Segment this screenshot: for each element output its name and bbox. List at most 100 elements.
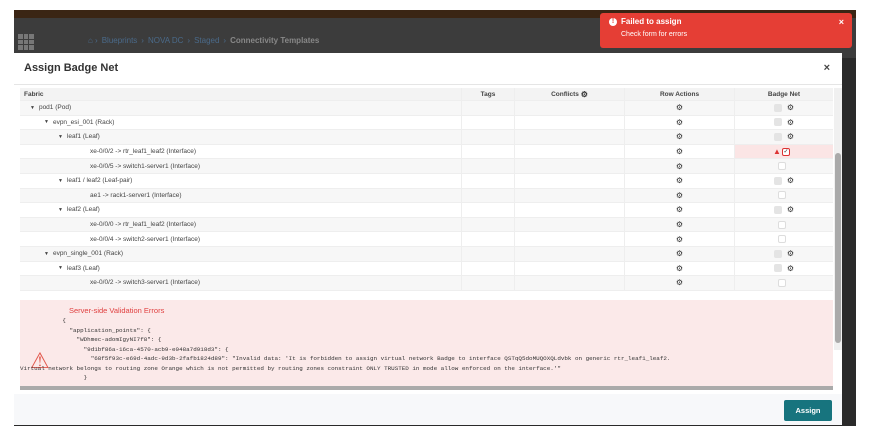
table-row: ▼ leaf2 (Leaf) ⚙ ⚙ <box>20 203 833 218</box>
caret-down-icon[interactable]: ▼ <box>58 265 63 271</box>
tags-cell <box>462 173 515 188</box>
breadcrumb-nova-dc[interactable]: NOVA DC <box>148 36 183 45</box>
table-row: xe-0/0/0 -> rtr_leaf1_leaf2 (Interface) … <box>20 217 833 233</box>
col-conflicts[interactable]: Conflicts ⚙ <box>515 88 625 100</box>
node-label: xe-0/0/2 -> switch3-server1 (Interface) <box>90 279 200 287</box>
gear-icon[interactable]: ⚙ <box>676 176 683 185</box>
gear-icon[interactable]: ⚙ <box>676 103 683 112</box>
gear-icon[interactable]: ⚙ <box>676 264 683 273</box>
gear-icon[interactable]: ⚙ <box>676 191 683 200</box>
conflicts-cell <box>515 144 625 159</box>
row-actions-cell: ⚙ <box>625 246 735 261</box>
gear-icon[interactable]: ⚙ <box>787 132 794 141</box>
row-actions-cell: ⚙ <box>625 276 735 290</box>
badge-net-cell: ⚙ <box>735 101 833 115</box>
row-actions-cell: ⚙ <box>625 159 735 173</box>
badge-net-cell: ▲ ✓ <box>735 144 833 159</box>
col-fabric[interactable]: Fabric <box>20 88 462 100</box>
close-icon[interactable]: × <box>824 62 830 74</box>
gear-icon[interactable]: ⚙ <box>676 220 683 229</box>
checkbox[interactable] <box>777 191 786 200</box>
fabric-cell: ▼ leaf2 (Leaf) <box>20 203 462 217</box>
badge-net-cell: ⚙ <box>735 130 833 144</box>
gear-icon[interactable]: ⚙ <box>581 90 588 99</box>
table-row: ▼ evpn_single_001 (Rack) ⚙ ⚙ <box>20 246 833 262</box>
table-row: ▼ evpn_esi_001 (Rack) ⚙ ⚙ <box>20 115 833 131</box>
gear-icon[interactable]: ⚙ <box>676 235 683 244</box>
breadcrumb-staged[interactable]: Staged <box>194 36 219 45</box>
checkbox[interactable] <box>777 278 786 287</box>
checkbox[interactable] <box>777 162 786 171</box>
gear-icon[interactable]: ⚙ <box>787 205 794 214</box>
badge-net-cell: ⚙ <box>735 247 833 261</box>
node-label: pod1 (Pod) <box>38 104 72 112</box>
gear-icon[interactable]: ⚙ <box>787 264 794 273</box>
gear-icon[interactable]: ⚙ <box>676 118 683 127</box>
conflicts-cell <box>515 246 625 261</box>
checkbox[interactable] <box>777 220 786 229</box>
table-row: ae1 -> rack1-server1 (Interface) ⚙ <box>20 188 833 204</box>
caret-down-icon[interactable]: ▼ <box>44 119 49 125</box>
gear-icon[interactable]: ⚙ <box>787 176 794 185</box>
caret-down-icon[interactable]: ▼ <box>58 134 63 140</box>
fabric-cell: xe-0/0/4 -> switch2-server1 (Interface) <box>20 232 462 246</box>
node-label: xe-0/0/2 -> rtr_leaf1_leaf2 (Interface) <box>90 148 197 156</box>
col-badge-net: Badge Net <box>767 90 801 98</box>
node-label: leaf1 (Leaf) <box>66 133 100 141</box>
caret-down-icon[interactable]: ▼ <box>44 251 49 257</box>
toast-close-icon[interactable]: × <box>839 17 844 27</box>
table-header: Fabric Tags Conflicts ⚙ Row Actions Badg… <box>20 88 833 101</box>
gear-icon[interactable]: ⚙ <box>676 278 683 287</box>
gear-icon[interactable]: ⚙ <box>676 147 683 156</box>
gear-icon[interactable]: ⚙ <box>676 132 683 141</box>
fabric-cell: xe-0/0/0 -> rtr_leaf1_leaf2 (Interface) <box>20 217 462 232</box>
gear-icon[interactable]: ⚙ <box>787 249 794 258</box>
home-icon[interactable]: ⌂ › <box>88 36 98 45</box>
modal-title: Assign Badge Net <box>24 62 119 74</box>
badge-net-cell <box>735 276 833 290</box>
validation-errors: ⚠ Server-side Validation Errors { "appli… <box>20 300 833 390</box>
fabric-cell: ▼ leaf1 (Leaf) <box>20 130 462 144</box>
breadcrumb-blueprints[interactable]: Blueprints <box>102 36 138 45</box>
conflicts-cell <box>515 101 625 115</box>
gear-icon[interactable]: ⚙ <box>676 249 683 258</box>
conflicts-cell <box>515 217 625 232</box>
table-row: xe-0/0/4 -> switch2-server1 (Interface) … <box>20 232 833 247</box>
checkbox <box>773 249 782 258</box>
scrollbar[interactable] <box>834 88 842 350</box>
caret-down-icon[interactable]: ▼ <box>30 105 35 111</box>
conflicts-cell <box>515 203 625 217</box>
tags-cell <box>462 144 515 159</box>
breadcrumb: ⌂ › Blueprints › NOVA DC › Staged › Connect… <box>88 36 320 45</box>
table-row: xe-0/0/5 -> switch1-server1 (Interface) … <box>20 159 833 174</box>
tags-cell <box>462 246 515 261</box>
row-actions-cell: ⚙ <box>625 144 735 159</box>
badge-net-cell <box>735 232 833 246</box>
table-row: ▼ leaf1 (Leaf) ⚙ ⚙ <box>20 130 833 145</box>
fabric-cell: ae1 -> rack1-server1 (Interface) <box>20 188 462 203</box>
row-actions-cell: ⚙ <box>625 217 735 232</box>
conflicts-cell <box>515 276 625 290</box>
gear-icon[interactable]: ⚙ <box>787 103 794 112</box>
caret-down-icon[interactable]: ▼ <box>58 178 63 184</box>
gear-icon[interactable]: ⚙ <box>676 205 683 214</box>
col-tags[interactable]: Tags <box>462 88 515 100</box>
badge-net-cell: ⚙ <box>735 116 833 130</box>
modal-header: Assign Badge Net × <box>14 53 842 85</box>
caret-down-icon[interactable]: ▼ <box>58 207 63 213</box>
errors-title: Server-side Validation Errors <box>69 306 165 315</box>
checkbox-checked[interactable]: ✓ <box>781 147 790 156</box>
assign-modal: Assign Badge Net × Fabric Tags Conflicts… <box>14 53 842 425</box>
checkbox[interactable] <box>777 235 786 244</box>
gear-icon[interactable]: ⚙ <box>787 118 794 127</box>
checkbox <box>773 264 782 273</box>
warning-icon: ▲ <box>773 147 781 157</box>
checkbox <box>773 132 782 141</box>
gear-icon[interactable]: ⚙ <box>676 162 683 171</box>
assign-button[interactable]: Assign <box>784 400 832 421</box>
table-row: xe-0/0/2 -> rtr_leaf1_leaf2 (Interface) … <box>20 144 833 160</box>
fabric-table: Fabric Tags Conflicts ⚙ Row Actions Badg… <box>20 88 833 291</box>
badge-net-cell <box>735 159 833 173</box>
alert-circle-icon: ! <box>609 18 617 26</box>
badge-net-cell: ⚙ <box>735 262 833 276</box>
